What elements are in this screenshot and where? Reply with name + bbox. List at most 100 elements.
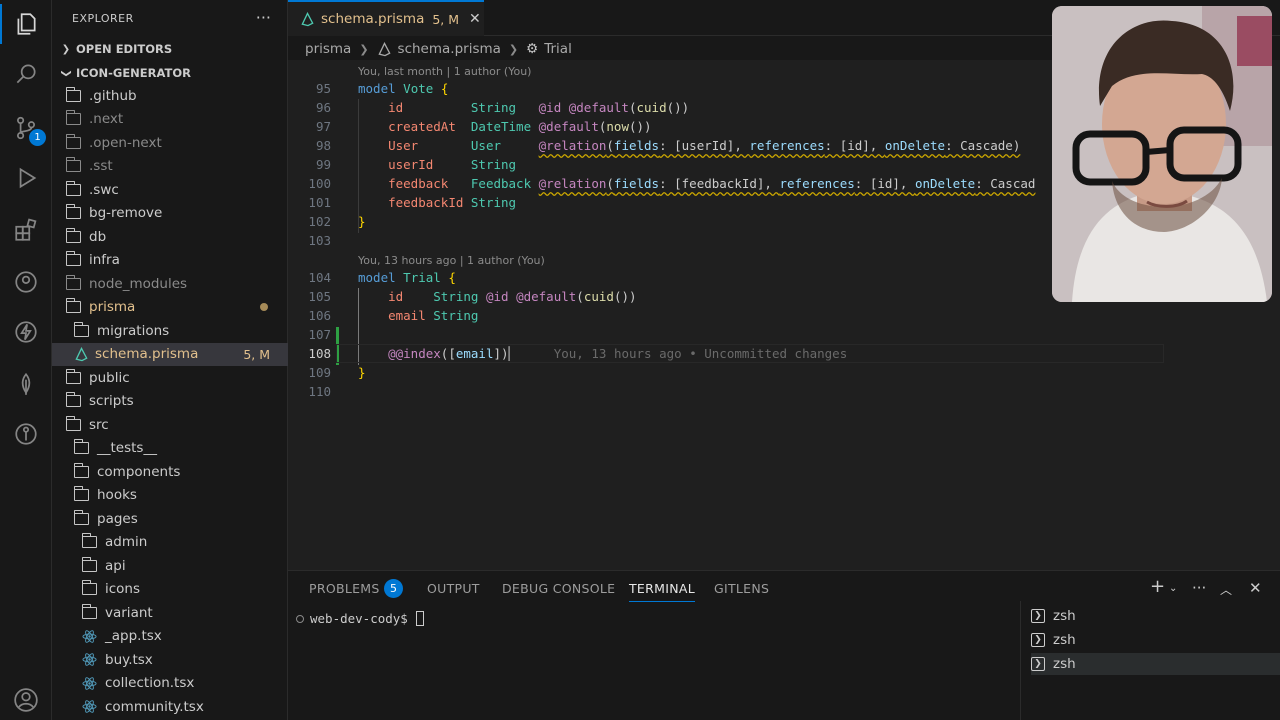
tab-label: schema.prisma bbox=[321, 11, 425, 27]
account-icon[interactable] bbox=[10, 684, 42, 716]
chevron-down-icon: ❯ bbox=[60, 68, 72, 78]
tab-problems[interactable]: PROBLEMS bbox=[309, 581, 380, 596]
tree-item[interactable]: buy.tsx bbox=[52, 648, 288, 671]
tree-item[interactable]: collection.tsx bbox=[52, 672, 288, 695]
tree-item[interactable]: node_modules bbox=[52, 272, 288, 295]
session-label: zsh bbox=[1053, 608, 1076, 624]
tree-item-label: infra bbox=[89, 252, 120, 268]
code-line: model Vote { bbox=[358, 81, 449, 96]
tree-item[interactable]: schema.prisma 5, M bbox=[52, 342, 288, 366]
codelens-vote[interactable]: You, last month | 1 author (You) bbox=[358, 65, 531, 78]
session-label: zsh bbox=[1053, 656, 1076, 672]
tree-item[interactable]: _app.tsx bbox=[52, 625, 288, 648]
lightning-icon[interactable] bbox=[10, 316, 42, 348]
symbol-icon: ⚙ bbox=[526, 41, 539, 57]
tree-item-label: migrations bbox=[97, 322, 170, 339]
tree-item-label: bg-remove bbox=[89, 205, 163, 221]
source-control-badge: 1 bbox=[29, 129, 46, 146]
leaf-icon[interactable] bbox=[10, 368, 42, 400]
tree-item[interactable]: .open-next bbox=[52, 131, 288, 154]
project-label: ICON-GENERATOR bbox=[76, 66, 192, 80]
chevron-down-icon[interactable]: ⌄ bbox=[1169, 583, 1177, 594]
tree-item[interactable]: scripts bbox=[52, 390, 288, 413]
tree-item[interactable]: __tests__ bbox=[52, 437, 288, 460]
code-line: } bbox=[358, 365, 366, 380]
tree-item[interactable]: infra bbox=[52, 249, 288, 272]
tab-schema-prisma[interactable]: schema.prisma 5, M ✕ bbox=[288, 0, 484, 36]
tree-item[interactable]: community.tsx bbox=[52, 695, 288, 718]
tree-item[interactable]: .github bbox=[52, 84, 288, 107]
code-line: feedback Feedback @relation(fields: [fee… bbox=[388, 176, 1036, 191]
problems-badge: 5 bbox=[384, 579, 403, 598]
tree-item[interactable]: .sst bbox=[52, 155, 288, 178]
folder-icon bbox=[65, 227, 81, 243]
code-line: } bbox=[358, 214, 366, 229]
line-number: 98 bbox=[315, 138, 331, 153]
tree-item[interactable]: public bbox=[52, 366, 288, 389]
remote-icon[interactable] bbox=[10, 266, 42, 298]
run-debug-icon[interactable] bbox=[10, 162, 42, 194]
tree-item[interactable]: src bbox=[52, 413, 288, 436]
tree-item[interactable]: .swc bbox=[52, 178, 288, 201]
tree-item[interactable]: bg-remove bbox=[52, 202, 288, 225]
search-icon[interactable] bbox=[10, 58, 42, 90]
folder-icon bbox=[65, 392, 81, 407]
activity-bar: 1 bbox=[0, 0, 52, 720]
open-editors-section[interactable]: ❯ OPEN EDITORS bbox=[52, 38, 288, 60]
tree-item-label: src bbox=[89, 416, 109, 433]
tree-item[interactable]: admin bbox=[52, 531, 288, 554]
terminal-prompt[interactable]: web-dev-cody$ bbox=[296, 611, 424, 626]
breadcrumb-item[interactable]: prisma bbox=[305, 41, 351, 57]
prompt-circle-icon bbox=[296, 614, 304, 623]
source-control-icon[interactable]: 1 bbox=[10, 112, 46, 146]
breadcrumb-item[interactable]: Trial bbox=[544, 41, 572, 57]
tab-terminal[interactable]: TERMINAL bbox=[629, 581, 695, 602]
tree-item[interactable]: prisma bbox=[52, 296, 288, 319]
codelens-trial[interactable]: You, 13 hours ago | 1 author (You) bbox=[358, 254, 545, 267]
open-editors-label: OPEN EDITORS bbox=[76, 42, 173, 56]
prompt-text: web-dev-cody$ bbox=[310, 611, 408, 626]
more-actions-icon[interactable]: ··· bbox=[1192, 579, 1206, 597]
folder-icon bbox=[81, 556, 97, 572]
folder-icon bbox=[65, 274, 81, 290]
gitlens-icon[interactable] bbox=[10, 418, 42, 450]
tree-item[interactable]: variant bbox=[52, 601, 288, 624]
folder-icon bbox=[65, 110, 81, 125]
terminal-session[interactable]: ❯ zsh bbox=[1031, 653, 1280, 675]
terminal-session[interactable]: ❯ zsh bbox=[1031, 605, 1280, 627]
tab-output[interactable]: OUTPUT bbox=[427, 581, 480, 596]
tab-gitlens[interactable]: GITLENS bbox=[714, 581, 769, 596]
tree-item[interactable]: db bbox=[52, 225, 288, 248]
maximize-panel-icon[interactable]: ︿ bbox=[1220, 581, 1232, 598]
tree-item-label: pages bbox=[97, 510, 138, 527]
more-actions-icon[interactable]: ··· bbox=[256, 8, 271, 27]
tree-item[interactable]: hooks bbox=[52, 484, 288, 507]
close-icon[interactable]: ✕ bbox=[469, 11, 481, 27]
tree-item[interactable]: api bbox=[52, 554, 288, 577]
tab-debug-console[interactable]: DEBUG CONSOLE bbox=[502, 581, 615, 596]
sidebar-title: EXPLORER bbox=[72, 12, 134, 25]
tree-item-label: public bbox=[89, 369, 130, 386]
extensions-icon[interactable] bbox=[10, 214, 42, 246]
tree-item-label: hooks bbox=[97, 487, 137, 503]
line-number: 109 bbox=[308, 365, 331, 380]
tree-item[interactable]: icons bbox=[52, 578, 288, 601]
tree-item-label: .github bbox=[89, 87, 137, 104]
terminal-session[interactable]: ❯ zsh bbox=[1031, 629, 1280, 651]
folder-icon bbox=[81, 603, 97, 619]
tree-item-label: __tests__ bbox=[97, 440, 157, 456]
folder-icon bbox=[65, 180, 81, 196]
code-line: id String @id @default(cuid()) bbox=[388, 289, 637, 304]
add-terminal-icon[interactable]: + bbox=[1150, 576, 1165, 597]
breadcrumb-item[interactable]: schema.prisma bbox=[398, 41, 501, 57]
tree-item[interactable]: migrations bbox=[52, 319, 288, 342]
tree-item[interactable]: pages bbox=[52, 507, 288, 530]
tree-item[interactable]: components bbox=[52, 460, 288, 483]
tree-item[interactable]: .next bbox=[52, 108, 288, 131]
project-section[interactable]: ❯ ICON-GENERATOR bbox=[52, 62, 288, 84]
close-panel-icon[interactable]: ✕ bbox=[1249, 579, 1262, 597]
folder-icon bbox=[65, 157, 81, 172]
tree-item-label: .next bbox=[89, 111, 124, 127]
prisma-icon bbox=[300, 11, 315, 27]
explorer-icon[interactable] bbox=[0, 4, 42, 44]
